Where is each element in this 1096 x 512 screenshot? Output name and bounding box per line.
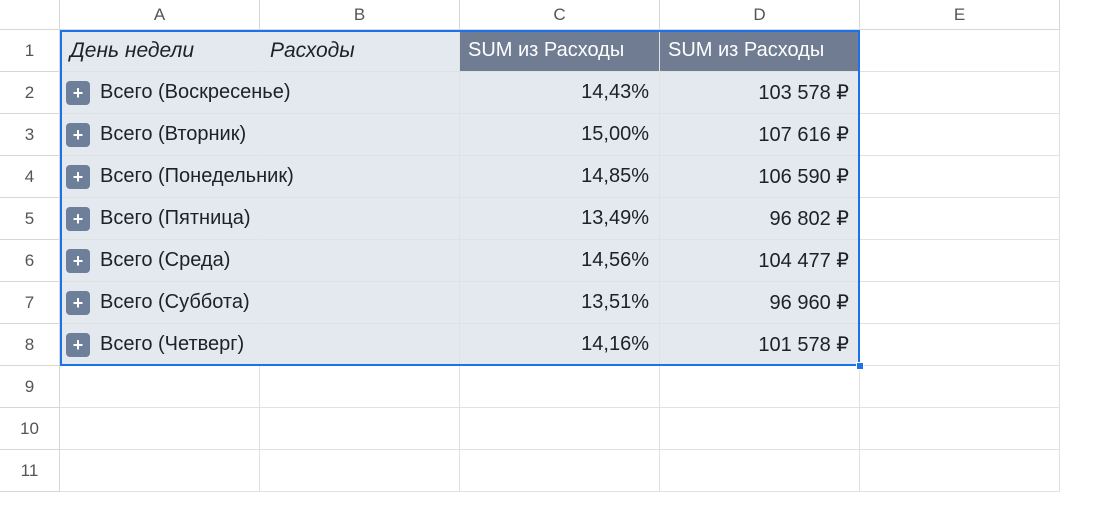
cell-e11[interactable] <box>860 450 1060 492</box>
pivot-row-6-label-cell[interactable]: + Всего (Суббота) <box>60 282 260 324</box>
pivot-row-4-label-cell[interactable]: + Всего (Пятница) <box>60 198 260 240</box>
col-header-c[interactable]: C <box>460 0 660 30</box>
cell-a9[interactable] <box>60 366 260 408</box>
expand-icon[interactable]: + <box>66 165 90 189</box>
cell-e1[interactable] <box>860 30 1060 72</box>
pivot-row-7-label-cell[interactable]: + Всего (Четверг) <box>60 324 260 366</box>
expand-icon[interactable]: + <box>66 249 90 273</box>
row-header-4[interactable]: 4 <box>0 156 60 198</box>
row-header-9[interactable]: 9 <box>0 366 60 408</box>
cell-c11[interactable] <box>460 450 660 492</box>
col-header-e[interactable]: E <box>860 0 1060 30</box>
cell-c10[interactable] <box>460 408 660 450</box>
cell-b9[interactable] <box>260 366 460 408</box>
col-header-a[interactable]: A <box>60 0 260 30</box>
spreadsheet-grid[interactable]: A B C D E 1 День недели Расходы SUM из Р… <box>0 0 1096 492</box>
pivot-row-6-sum[interactable]: 96 960 ₽ <box>660 282 860 324</box>
pivot-row-2-sum[interactable]: 107 616 ₽ <box>660 114 860 156</box>
pivot-row-4-pct[interactable]: 13,49% <box>460 198 660 240</box>
pivot-row-5-sum[interactable]: 104 477 ₽ <box>660 240 860 282</box>
expand-icon[interactable]: + <box>66 81 90 105</box>
cell-e8[interactable] <box>860 324 1060 366</box>
row-header-1[interactable]: 1 <box>0 30 60 72</box>
cell-b11[interactable] <box>260 450 460 492</box>
cell-d11[interactable] <box>660 450 860 492</box>
pivot-header-day[interactable]: День недели <box>60 30 260 72</box>
col-header-b[interactable]: B <box>260 0 460 30</box>
pivot-row-label: Всего (Среда) <box>100 249 230 272</box>
row-header-8[interactable]: 8 <box>0 324 60 366</box>
row-header-2[interactable]: 2 <box>0 72 60 114</box>
pivot-row-6-pct[interactable]: 13,51% <box>460 282 660 324</box>
cell-d10[interactable] <box>660 408 860 450</box>
cell-b3[interactable] <box>260 114 460 156</box>
expand-icon[interactable]: + <box>66 207 90 231</box>
col-header-d[interactable]: D <box>660 0 860 30</box>
pivot-row-7-pct[interactable]: 14,16% <box>460 324 660 366</box>
cell-b8[interactable] <box>260 324 460 366</box>
cell-e3[interactable] <box>860 114 1060 156</box>
pivot-row-1-pct[interactable]: 14,43% <box>460 72 660 114</box>
row-header-5[interactable]: 5 <box>0 198 60 240</box>
cell-e9[interactable] <box>860 366 1060 408</box>
pivot-row-label: Всего (Вторник) <box>100 123 246 146</box>
expand-icon[interactable]: + <box>66 123 90 147</box>
pivot-row-1-sum[interactable]: 103 578 ₽ <box>660 72 860 114</box>
pivot-row-label: Всего (Понедельник) <box>100 165 294 188</box>
row-header-7[interactable]: 7 <box>0 282 60 324</box>
pivot-row-label: Всего (Воскресенье) <box>100 81 291 104</box>
pivot-header-sum-val[interactable]: SUM из Расходы <box>660 30 860 72</box>
pivot-row-1-label-cell[interactable]: + Всего (Воскресенье) <box>60 72 260 114</box>
row-header-11[interactable]: 11 <box>0 450 60 492</box>
cell-e7[interactable] <box>860 282 1060 324</box>
selection-handle[interactable] <box>856 362 864 370</box>
cell-e4[interactable] <box>860 156 1060 198</box>
cell-e5[interactable] <box>860 198 1060 240</box>
cell-b10[interactable] <box>260 408 460 450</box>
pivot-row-3-sum[interactable]: 106 590 ₽ <box>660 156 860 198</box>
pivot-row-label: Всего (Пятница) <box>100 207 250 230</box>
cell-c9[interactable] <box>460 366 660 408</box>
cell-b7[interactable] <box>260 282 460 324</box>
cell-e6[interactable] <box>860 240 1060 282</box>
pivot-row-7-sum[interactable]: 101 578 ₽ <box>660 324 860 366</box>
cell-e10[interactable] <box>860 408 1060 450</box>
cell-a10[interactable] <box>60 408 260 450</box>
pivot-row-2-pct[interactable]: 15,00% <box>460 114 660 156</box>
row-header-3[interactable]: 3 <box>0 114 60 156</box>
grid-corner[interactable] <box>0 0 60 30</box>
pivot-row-5-label-cell[interactable]: + Всего (Среда) <box>60 240 260 282</box>
row-header-10[interactable]: 10 <box>0 408 60 450</box>
row-header-6[interactable]: 6 <box>0 240 60 282</box>
cell-b6[interactable] <box>260 240 460 282</box>
pivot-row-label: Всего (Четверг) <box>100 333 244 356</box>
pivot-header-sum-pct[interactable]: SUM из Расходы <box>460 30 660 72</box>
pivot-row-5-pct[interactable]: 14,56% <box>460 240 660 282</box>
pivot-header-expense[interactable]: Расходы <box>260 30 460 72</box>
cell-b5[interactable] <box>260 198 460 240</box>
pivot-row-4-sum[interactable]: 96 802 ₽ <box>660 198 860 240</box>
cell-e2[interactable] <box>860 72 1060 114</box>
pivot-row-3-pct[interactable]: 14,85% <box>460 156 660 198</box>
pivot-row-label: Всего (Суббота) <box>100 291 250 314</box>
cell-d9[interactable] <box>660 366 860 408</box>
expand-icon[interactable]: + <box>66 291 90 315</box>
cell-a11[interactable] <box>60 450 260 492</box>
pivot-row-2-label-cell[interactable]: + Всего (Вторник) <box>60 114 260 156</box>
pivot-row-3-label-cell[interactable]: + Всего (Понедельник) <box>60 156 260 198</box>
expand-icon[interactable]: + <box>66 333 90 357</box>
